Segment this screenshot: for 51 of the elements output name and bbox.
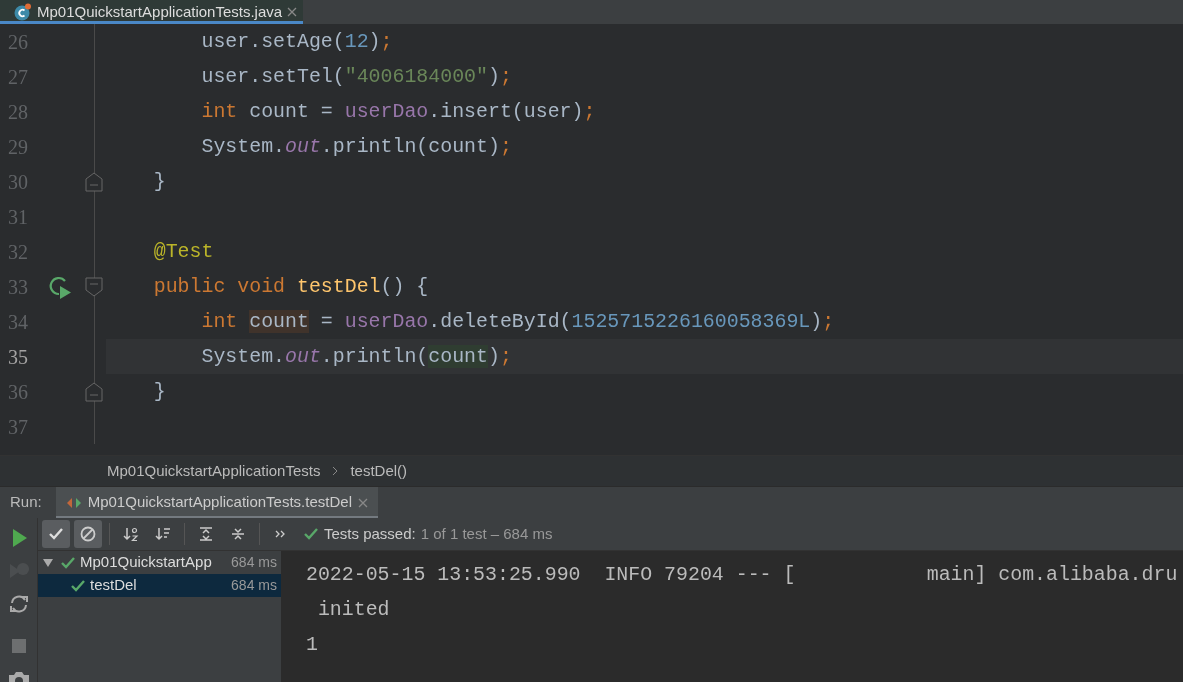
sort-alphabetical-icon [123,526,139,542]
code-line: user.setAge(12); [200,29,394,55]
console-line: 2022-05-15 13:53:25.990 INFO 79204 --- [ main] com.alibaba.dru [306,562,1179,588]
expand-all-icon [198,526,214,542]
no-entry-icon [80,526,96,542]
line-number: 26 [7,29,29,55]
editor-tab[interactable]: Mp01QuickstartApplicationTests.java [0,0,304,24]
breadcrumb-item[interactable]: Mp01QuickstartApplicationTests [107,459,321,483]
close-icon[interactable] [357,497,368,508]
chevron-icon [332,466,339,476]
code-line: user.setTel("4006184000"); [200,64,513,90]
console-line: 1 [306,632,319,658]
code-line: public void testDel() { [152,274,430,300]
line-number: 34 [7,309,29,335]
breadcrumb-item[interactable]: testDel() [350,459,408,483]
line-number: 29 [7,134,29,160]
line-number: 28 [7,99,29,125]
code-line: } [152,379,167,405]
status-detail: 1 of 1 test – 684 ms [420,523,553,544]
check-icon [48,526,64,542]
arrows-icon [65,495,82,510]
line-number: 31 [7,204,29,230]
code-line: } [152,169,167,195]
collapse-all-icon [230,526,246,542]
toolbar-button[interactable] [74,520,102,548]
line-number: 27 [7,64,29,90]
line-number: 35 [7,344,29,370]
line-number: 36 [7,379,29,405]
console-line: inited [316,597,391,623]
line-number: 30 [7,169,29,195]
fold-marker-icon[interactable] [85,381,103,402]
code-line: System.out.println(count); [200,134,513,160]
test-tree-item[interactable]: testDel 684 ms [38,574,281,597]
status-label: Tests passed: [324,523,416,544]
line-number: 37 [7,414,29,440]
run-label: Run: [9,492,43,513]
run-tab[interactable]: Mp01QuickstartApplicationTests.testDel [55,487,378,518]
expanded-arrow-icon[interactable] [42,556,54,569]
code-line: int count = userDao.insert(user); [200,99,597,125]
line-number: 32 [7,239,29,265]
fold-marker-icon[interactable] [85,171,103,192]
fold-marker-icon[interactable] [85,276,103,297]
code-line: int count = userDao.deleteById(1525715226160058369L); [200,309,836,335]
line-number: 33 [7,274,29,300]
close-icon[interactable] [287,7,298,17]
sort-duration-icon [155,526,171,542]
class-file-icon [14,3,32,21]
toolbar-button[interactable] [42,520,70,548]
run-gutter-icon[interactable] [48,274,72,299]
code-line: @Test [152,239,215,265]
test-tree-item[interactable]: Mp01QuickstartApp 684 ms [38,551,281,574]
